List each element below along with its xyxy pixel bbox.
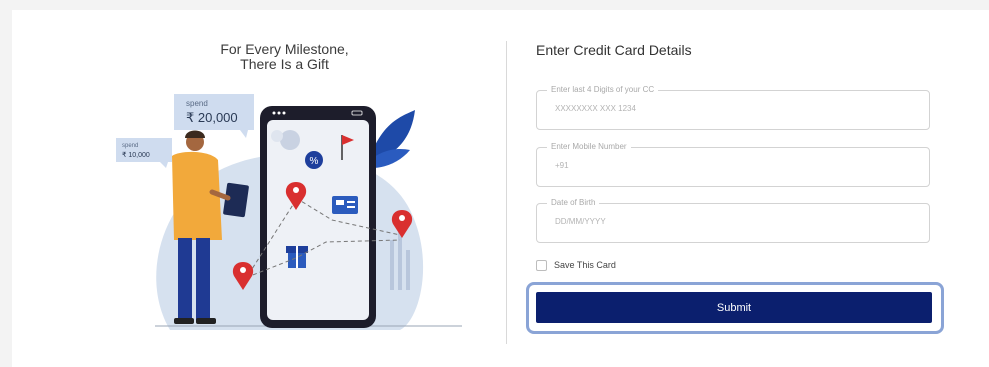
submit-button[interactable]: Submit	[536, 292, 932, 323]
promo-headline-line1: For Every Milestone,	[220, 41, 349, 57]
percent-icon: %	[305, 151, 323, 169]
dob-input[interactable]	[555, 217, 915, 226]
save-card-checkbox[interactable]	[536, 259, 547, 271]
promo-panel: For Every Milestone, There Is a Gift % s…	[12, 10, 512, 367]
card-digits-label: Enter last 4 Digits of your CC	[547, 84, 659, 96]
bar-shape	[390, 240, 394, 290]
bar-shape	[398, 230, 402, 290]
mobile-number-label: Enter Mobile Number	[547, 141, 631, 153]
mobile-number-field[interactable]: Enter Mobile Number	[536, 141, 930, 187]
decor-circle	[280, 130, 300, 150]
spend-bubble-large-amount: ₹ 20,000	[186, 110, 238, 125]
promo-headline: For Every Milestone, There Is a Gift	[162, 42, 407, 72]
card-digits-input[interactable]	[555, 104, 915, 113]
panel-divider	[506, 41, 507, 344]
spend-bubble-large: spend ₹ 20,000	[174, 94, 254, 138]
phone-screen	[267, 120, 369, 320]
gift-icon	[286, 246, 308, 268]
milestone-illustration: % spend ₹ 20,000 spend ₹ 10,000	[116, 94, 462, 330]
spend-bubble-small-caption: spend	[122, 143, 138, 149]
phone-dot	[277, 111, 281, 115]
ticket-icon	[332, 196, 358, 214]
promo-headline-line2: There Is a Gift	[240, 56, 329, 72]
dob-field[interactable]: Date of Birth	[536, 197, 930, 243]
phone-dot	[282, 111, 286, 115]
dob-label: Date of Birth	[547, 197, 600, 209]
card-digits-field[interactable]: Enter last 4 Digits of your CC	[536, 84, 930, 130]
spend-bubble-small-amount: ₹ 10,000	[122, 151, 150, 159]
spend-bubble-large-caption: spend	[186, 99, 208, 108]
mobile-number-input[interactable]	[555, 161, 915, 170]
spend-bubble-small: spend ₹ 10,000	[116, 138, 172, 168]
svg-text:%: %	[310, 156, 319, 167]
save-card-row[interactable]: Save This Card	[536, 258, 616, 272]
form-title: Enter Credit Card Details	[536, 42, 692, 58]
phone-dot	[272, 111, 276, 115]
bar-shape	[406, 250, 410, 290]
milestone-card: For Every Milestone, There Is a Gift % s…	[12, 10, 989, 367]
save-card-label: Save This Card	[554, 260, 616, 270]
decor-circle	[271, 130, 283, 142]
